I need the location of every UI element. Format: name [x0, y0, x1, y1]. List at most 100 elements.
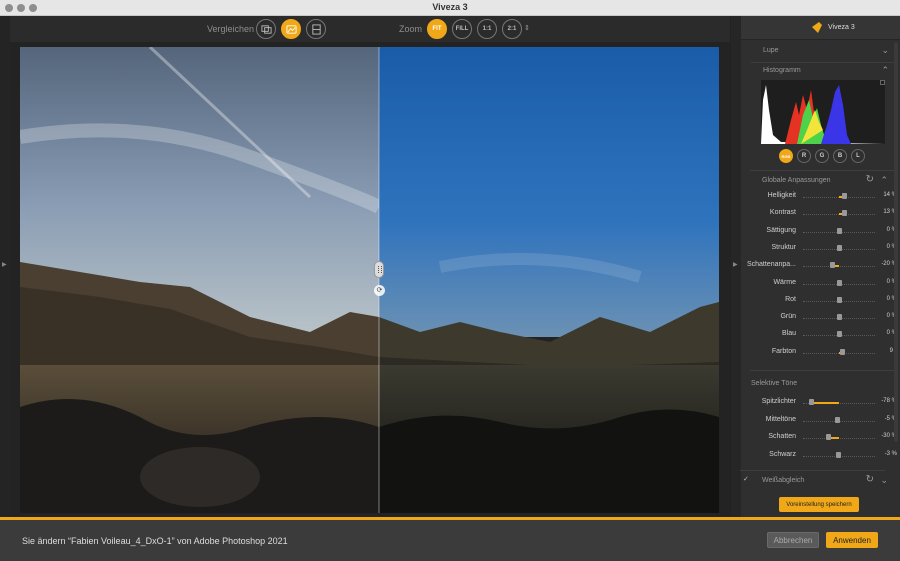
slider-label: Farbton: [771, 347, 796, 355]
brand-name: Viveza 3: [828, 24, 855, 31]
side-by-side-icon: [260, 24, 272, 34]
channel-r-button[interactable]: R: [797, 149, 811, 163]
slider-label: Schatten: [768, 433, 796, 440]
compare-stacked-button[interactable]: [306, 19, 326, 39]
slider-value: -3 %: [884, 450, 897, 457]
zoom-2to1-button[interactable]: 2:1: [502, 19, 522, 39]
panel-scrollbar[interactable]: [894, 42, 898, 442]
compare-split-button[interactable]: [281, 19, 301, 39]
slider-knob[interactable]: [837, 331, 842, 338]
loupe-label: Lupe: [763, 47, 779, 54]
slider-row: Schatten -30 %: [740, 431, 898, 445]
slider-row: Kontrast 13 %: [740, 207, 898, 221]
reset-icon[interactable]: ↻: [866, 174, 874, 185]
slider-label: Schattenanpa...: [746, 261, 796, 269]
slider-row: Rot 0 %: [740, 294, 898, 308]
slider-label: Struktur: [771, 243, 796, 251]
histogram-label: Histogramm: [763, 67, 801, 74]
loupe-section-header[interactable]: Lupe ⌄: [741, 42, 900, 60]
apply-button[interactable]: Anwenden: [826, 532, 878, 548]
chevron-down-icon: ⌄: [881, 45, 889, 55]
slider-knob[interactable]: [835, 416, 841, 423]
divider: [750, 370, 895, 371]
slider-knob[interactable]: [837, 314, 842, 321]
slider-knob[interactable]: [837, 296, 842, 303]
slider-label: Helligkeit: [767, 192, 796, 199]
channel-l-button[interactable]: L: [851, 149, 865, 163]
channel-b-button[interactable]: B: [833, 149, 847, 163]
zoom-1to1-button[interactable]: 1:1: [477, 19, 497, 39]
whitebalance-header[interactable]: Weißabgleich ↻ ⌄: [740, 472, 900, 490]
stacked-view-icon: [311, 23, 321, 35]
selective-tones-label: Selektive Töne: [751, 380, 798, 387]
slider-knob[interactable]: [841, 210, 847, 217]
cancel-button[interactable]: Abbrechen: [767, 532, 819, 548]
slider-knob[interactable]: [842, 193, 848, 199]
slider-row: Spitzlichter -78 %: [740, 396, 898, 410]
zoom-label: Zoom: [399, 24, 423, 34]
slider-fill: [810, 402, 839, 404]
global-adjustments-header[interactable]: Globale Anpassungen ↻ ⌃: [740, 172, 900, 190]
histogram-graph: [761, 85, 885, 144]
status-message: Sie ändern “Fabien Voileau_4_DxO-1” von …: [22, 536, 288, 546]
slider-label: Kontrast: [769, 209, 796, 217]
slider-knob[interactable]: [829, 262, 835, 269]
slider-row: Helligkeit 14 %: [740, 190, 898, 204]
slider-label: Mitteltöne: [765, 415, 796, 423]
slider-row: Mitteltöne -5 %: [740, 414, 898, 428]
compare-label: Vergleichen: [207, 24, 255, 34]
slider-knob[interactable]: [837, 227, 842, 234]
slider-track[interactable]: [803, 266, 875, 268]
histogram-section-header[interactable]: Histogramm ⌃: [741, 62, 900, 80]
brand-header: Viveza 3: [741, 16, 900, 40]
slider-knob[interactable]: [826, 434, 832, 440]
zoom-fit-button[interactable]: FIT: [427, 19, 447, 39]
split-drag-handle[interactable]: [374, 261, 384, 278]
chevron-up-icon: ⌃: [880, 175, 888, 185]
compare-side-by-side-button[interactable]: [256, 19, 276, 39]
zoom-fill-button[interactable]: FILL: [452, 19, 472, 39]
clipping-indicator[interactable]: [880, 80, 885, 85]
global-adjustments-label: Globale Anpassungen: [762, 177, 831, 184]
image-canvas[interactable]: ⟳: [10, 42, 730, 517]
slider-label: Wärme: [773, 278, 796, 286]
split-divider[interactable]: [378, 47, 380, 513]
slider-knob[interactable]: [835, 451, 841, 458]
whitebalance-label: Weißabgleich: [762, 477, 805, 484]
slider-row: Farbton9 °: [740, 346, 898, 360]
slider-row: Schattenanpa... -20 %: [740, 259, 898, 273]
slider-label: Rot: [785, 295, 796, 303]
top-toolbar: Vergleichen Zoom FIT FILL 1:1 2:1 ⇕: [10, 16, 730, 42]
slider-row: Blau 0 %: [740, 328, 898, 342]
slider-label: Spitzlichter: [761, 398, 796, 405]
save-preset-button[interactable]: Voreinstellung speichern: [779, 497, 859, 512]
histogram: [761, 80, 885, 144]
slider-knob[interactable]: [840, 348, 846, 355]
slider-label: Grün: [780, 313, 796, 321]
channel-rgb-button[interactable]: RGB: [779, 149, 793, 163]
divider: [750, 170, 895, 171]
slider-knob[interactable]: [808, 399, 814, 405]
slider-row: Schwarz -3 %: [740, 449, 898, 463]
chevron-down-icon: ⌄: [880, 475, 888, 485]
split-view-icon: [285, 24, 297, 34]
slider-track[interactable]: [803, 438, 875, 439]
slider-label: Sättigung: [766, 226, 796, 234]
channel-g-button[interactable]: G: [815, 149, 829, 163]
slider-row: Struktur 0 %: [740, 242, 898, 256]
preview-image: ⟳: [20, 47, 719, 513]
reset-icon[interactable]: ↻: [866, 474, 874, 485]
slider-row: Wärme 0 %: [740, 277, 898, 291]
swap-icon[interactable]: ⟳: [374, 285, 385, 296]
slider-row: Sättigung 0 %: [740, 225, 898, 239]
slider-label: Schwarz: [769, 450, 796, 458]
divider: [740, 470, 885, 471]
window-title: Viveza 3: [432, 2, 468, 12]
slider-knob[interactable]: [837, 279, 842, 286]
left-panel-toggle[interactable]: ▶: [0, 16, 10, 517]
slider-knob[interactable]: [837, 244, 842, 251]
bottom-bar: Sie ändern “Fabien Voileau_4_DxO-1” von …: [0, 520, 900, 561]
zoom-stepper-icon[interactable]: ⇕: [524, 24, 530, 32]
window-titlebar: Viveza 3: [0, 0, 900, 16]
chevron-right-icon: ▶: [733, 262, 738, 268]
